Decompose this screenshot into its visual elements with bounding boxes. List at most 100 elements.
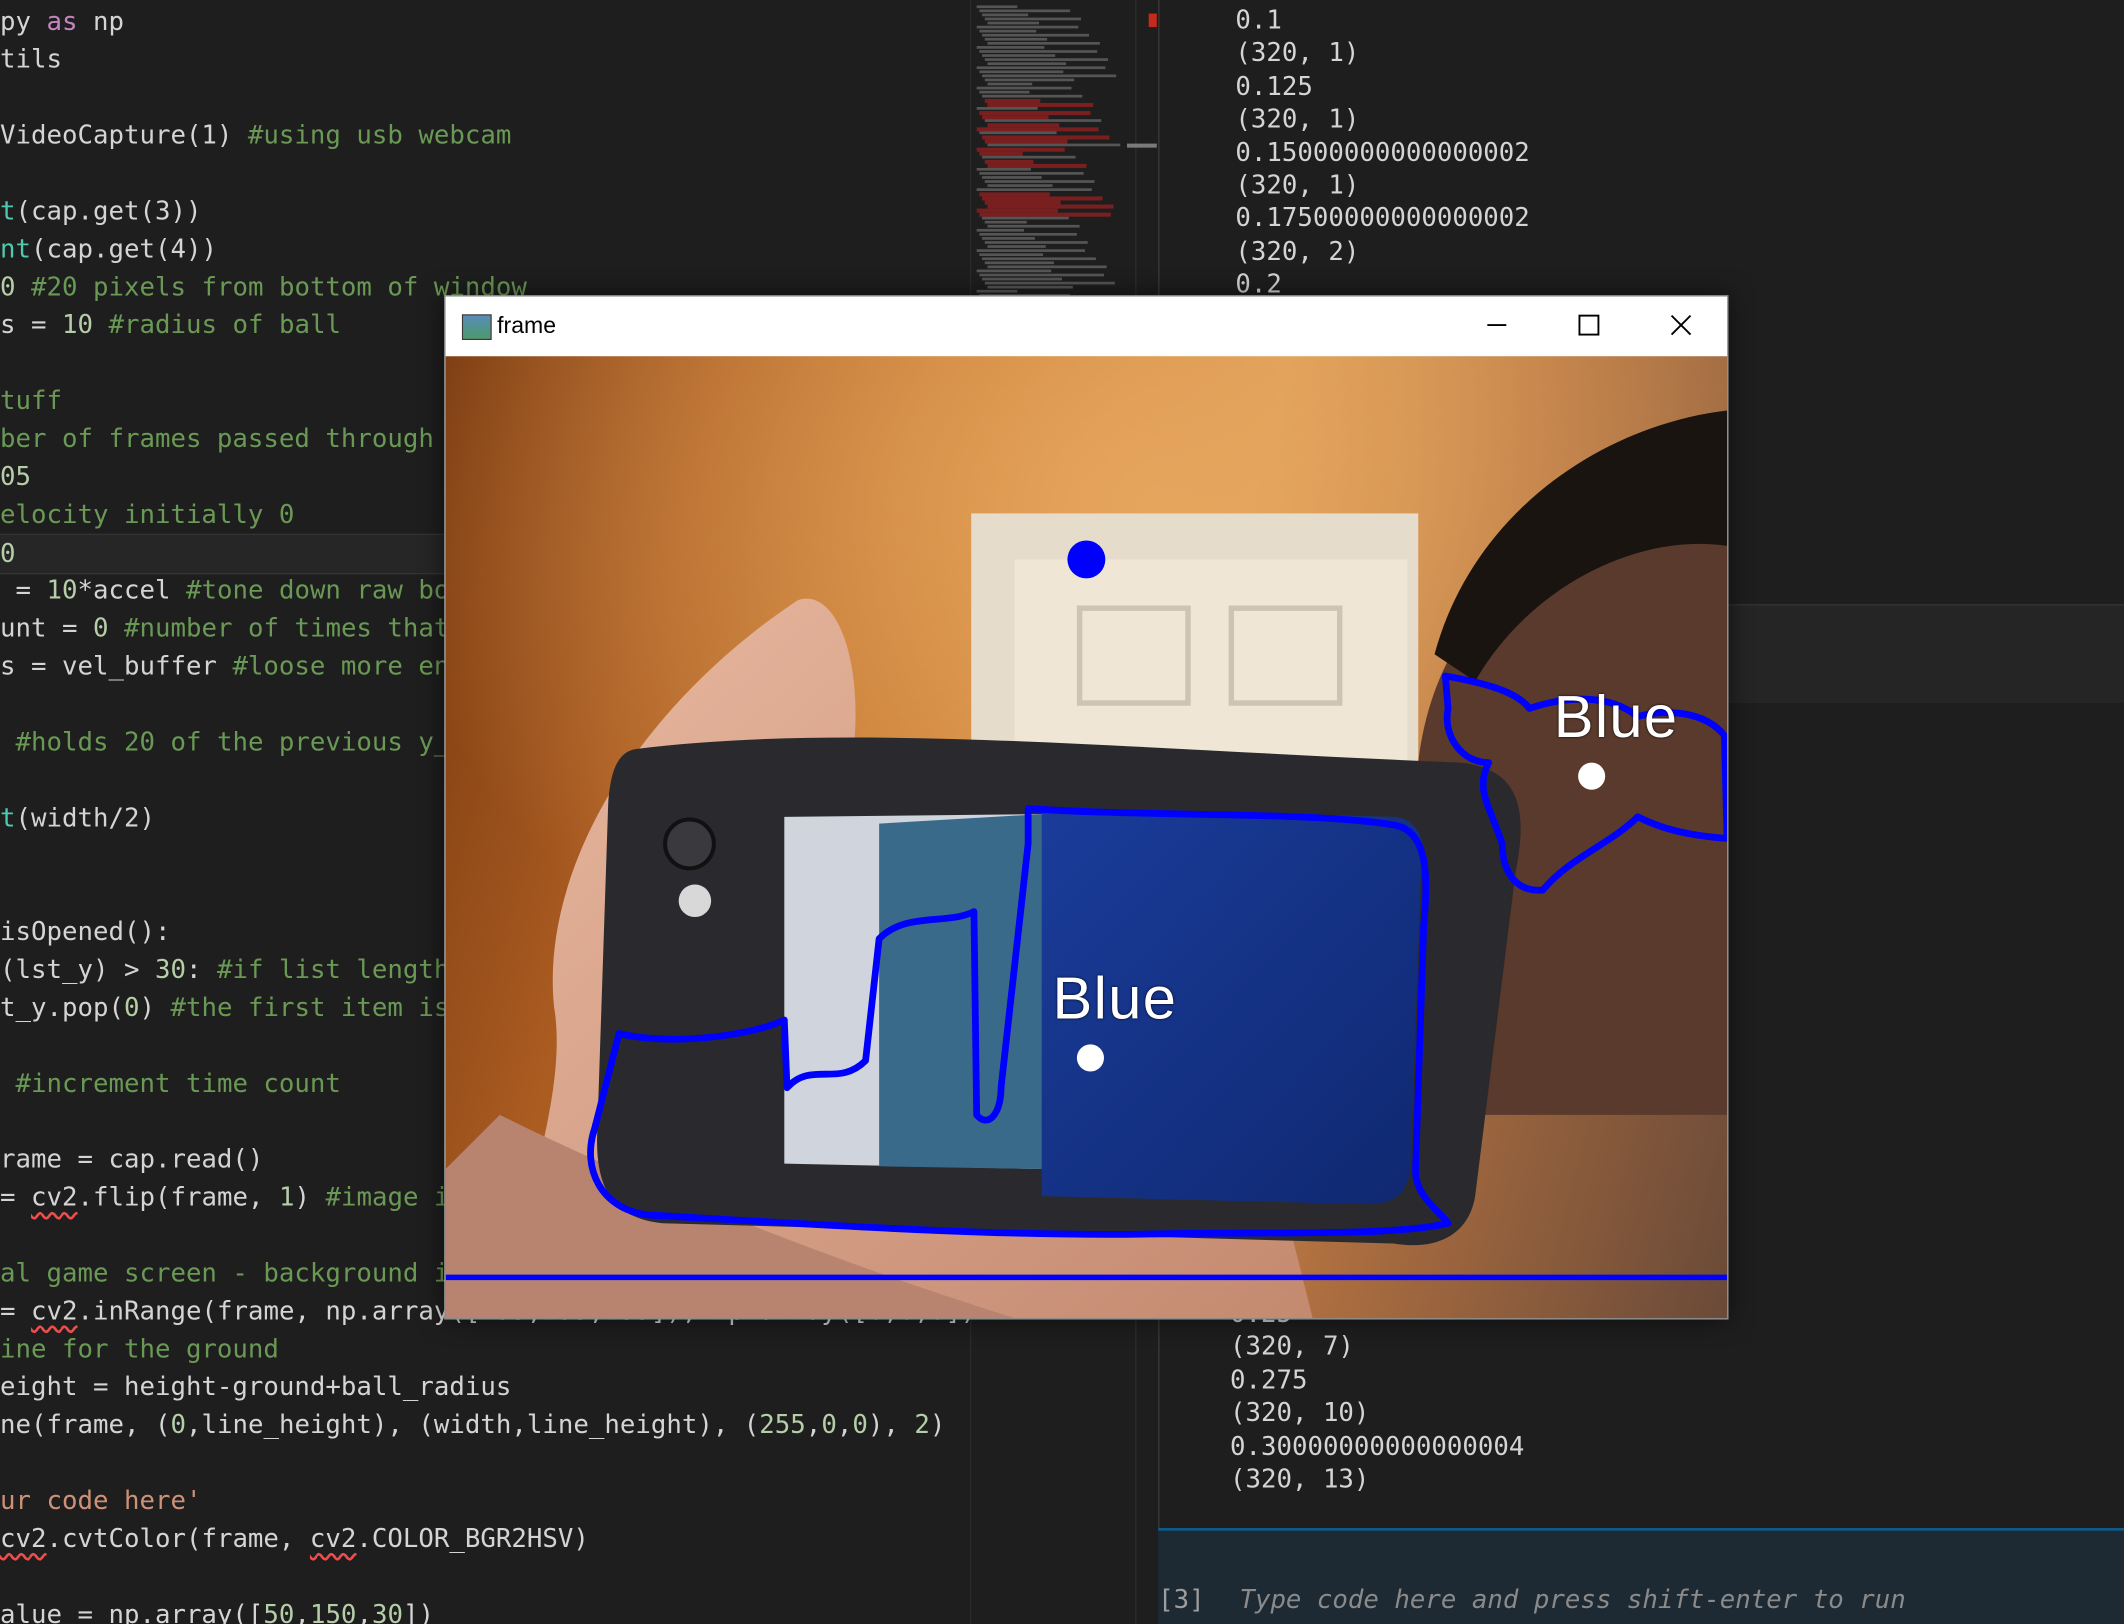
minimap-line <box>979 50 1098 53</box>
close-icon <box>1670 314 1692 336</box>
webcam-frame: Blue Blue <box>445 356 1728 1319</box>
maximize-icon <box>1578 314 1600 336</box>
detection-label: Blue <box>1052 965 1178 1033</box>
code-line[interactable]: = 10*accel #tone down raw bo <box>0 572 449 610</box>
minimap-line <box>984 281 1115 285</box>
code-line[interactable]: (lst_y) > 30: #if list length <box>0 951 449 989</box>
phone-sticker-art <box>879 814 1042 1170</box>
minimize-icon <box>1487 324 1507 327</box>
scroll-thumb[interactable] <box>1127 143 1157 148</box>
code-line[interactable]: isOpened(): <box>0 913 170 951</box>
output-line: 0.30000000000000004 <box>1229 1431 1525 1462</box>
output-line: 0.275 <box>1229 1365 1308 1395</box>
minimize-button[interactable] <box>1451 297 1543 357</box>
phone-flash <box>678 884 712 918</box>
error-marker <box>1148 13 1157 28</box>
code-line[interactable]: rame = cap.read() <box>0 1141 263 1179</box>
output-line: (320, 1) <box>1235 38 1360 69</box>
close-button[interactable] <box>1635 297 1727 357</box>
output-line: 0.125 <box>1235 71 1313 102</box>
code-line[interactable]: #increment time count <box>0 1065 341 1103</box>
minimap-line <box>979 131 1057 135</box>
code-input-placeholder[interactable]: Type code here and press shift-enter to … <box>1239 1585 1905 1615</box>
code-line[interactable]: t(width/2) <box>0 799 155 837</box>
code-line[interactable]: s = vel_buffer #loose more en <box>0 647 449 685</box>
code-line[interactable]: ur code here' <box>0 1482 201 1520</box>
centroid-dot <box>1076 1044 1104 1072</box>
desktop: py as np tils VideoCapture(1) #using usb w… <box>0 0 2124 1624</box>
detection-label: Blue <box>1553 684 1679 751</box>
code-line[interactable]: al game screen - background i <box>0 1254 449 1292</box>
code-line[interactable]: t(cap.get(3)) <box>0 192 201 230</box>
code-line[interactable]: alue = np.array([50,150,30]) <box>0 1596 434 1624</box>
minimap-line <box>976 167 1031 171</box>
output-line: 0.15000000000000002 <box>1235 137 1530 168</box>
minimap-line <box>976 107 1038 110</box>
minimap-line <box>982 13 1029 17</box>
minimap-line <box>976 5 1018 9</box>
output-line: 0.1 <box>1235 5 1282 36</box>
code-line[interactable]: tils <box>0 41 62 79</box>
window-title: frame <box>497 312 557 339</box>
game-ball <box>1067 540 1106 579</box>
minimap-line <box>987 285 1073 289</box>
minimap-line <box>984 241 1088 244</box>
code-line[interactable]: ne(frame, (0,line_height), (width,line_h… <box>0 1406 945 1444</box>
minimap-line <box>976 289 1018 293</box>
minimap-line <box>984 119 1102 122</box>
output-line: (320, 1) <box>1235 104 1360 135</box>
code-line[interactable]: t_y.pop(0) #the first item is <box>0 989 449 1027</box>
minimap-line <box>979 273 1104 277</box>
minimap-line <box>987 41 1100 45</box>
minimap-line <box>982 237 1035 240</box>
maximize-button[interactable] <box>1543 297 1635 357</box>
centroid-dot <box>1578 762 1606 790</box>
interactive-input-row[interactable]: [3] Type code here and press shift-enter… <box>1158 1527 2124 1624</box>
minimap-line <box>976 228 1025 232</box>
code-line[interactable]: s = 10 #radius of ball <box>0 306 341 344</box>
minimap-line <box>979 29 1037 33</box>
code-line[interactable]: nt(cap.get(4)) <box>0 230 217 268</box>
minimap-line <box>976 269 1052 273</box>
window-titlebar[interactable]: frame <box>445 296 1728 357</box>
code-line[interactable]: 05 <box>0 458 31 496</box>
minimap-line <box>987 82 1033 86</box>
minimap-line <box>979 70 1064 74</box>
minimap-line <box>987 21 1039 25</box>
code-line[interactable]: tuff <box>0 382 62 420</box>
code-line[interactable]: VideoCapture(1) #using usb webcam <box>0 116 511 154</box>
minimap-line <box>979 172 1084 175</box>
code-line[interactable]: unt = 0 #number of times that <box>0 610 449 648</box>
code-line[interactable]: elocity initially 0 <box>0 496 294 534</box>
minimap-line <box>984 58 1109 61</box>
minimap-line <box>982 277 1062 281</box>
code-line[interactable]: ine for the ground <box>0 1330 279 1368</box>
code-line[interactable]: ber of frames passed through <box>0 420 434 458</box>
cell-prompt: [3] <box>1158 1584 1205 1615</box>
frame-window[interactable]: frame Blue Blue <box>444 295 1729 1320</box>
output-line: (320, 2) <box>1235 236 1360 267</box>
minimap-line <box>982 74 1117 78</box>
code-line[interactable]: = cv2.flip(frame, 1) #image i <box>0 1178 449 1216</box>
code-line[interactable]: eight = height-ground+ball_radius <box>0 1368 511 1406</box>
minimap-line <box>987 62 1067 66</box>
minimap-line <box>976 249 1086 252</box>
output-line: (320, 10) <box>1229 1398 1370 1428</box>
minimap-line <box>984 17 1081 21</box>
minimap-line <box>976 188 1092 191</box>
output-line: (320, 1) <box>1235 170 1360 201</box>
minimap-line <box>987 245 1046 248</box>
code-line[interactable]: cv2.cvtColor(frame, cv2.COLOR_BGR2HSV) <box>0 1520 589 1558</box>
minimap-line <box>976 86 1072 90</box>
minimap-line <box>976 66 1106 70</box>
minimap-line <box>982 176 1042 179</box>
minimap-line <box>982 257 1096 261</box>
code-line[interactable]: py as np <box>0 3 124 41</box>
output-line: (320, 13) <box>1229 1464 1370 1495</box>
minimap-line <box>984 180 1095 183</box>
minimap-line <box>979 9 1071 13</box>
minimap-line <box>982 33 1090 37</box>
minimap-line <box>982 94 1083 98</box>
code-line[interactable]: #holds 20 of the previous y_ <box>0 723 450 761</box>
minimap-line <box>987 224 1080 228</box>
